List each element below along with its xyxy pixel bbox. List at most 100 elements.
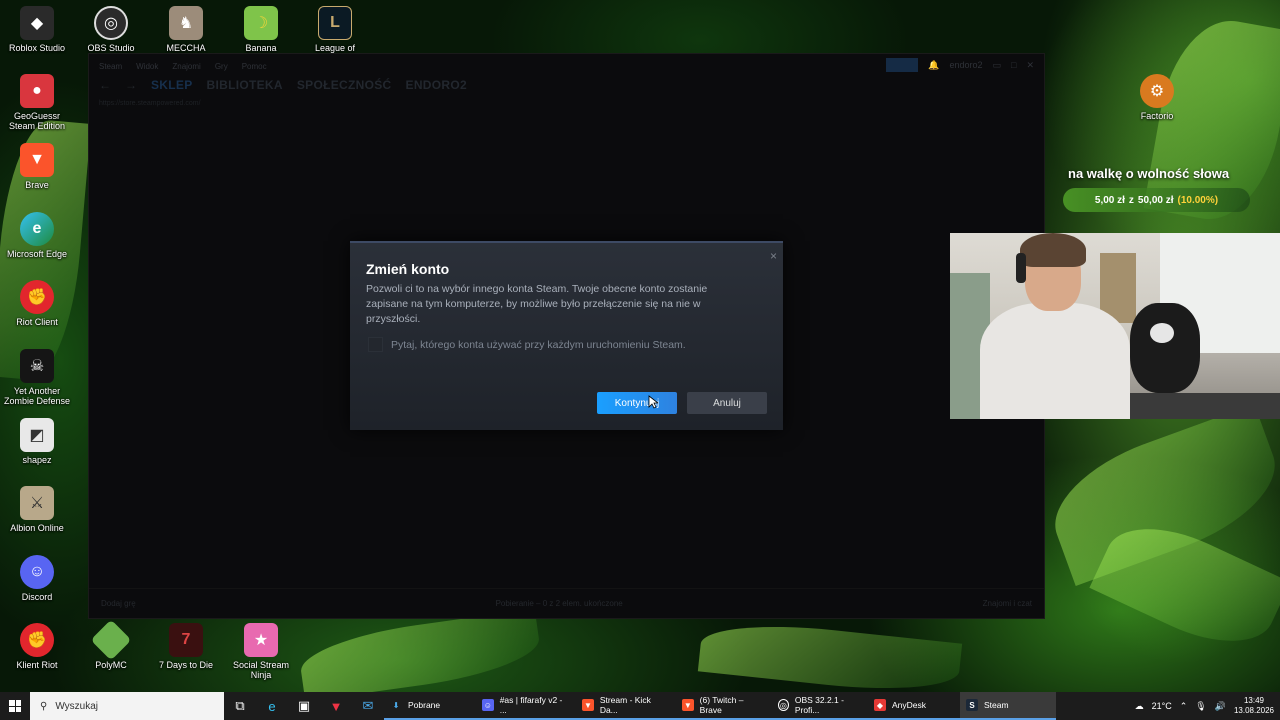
desktop-icon-geoguessr[interactable]: ● GeoGuessr Steam Edition bbox=[0, 74, 74, 131]
clock-time: 13:49 bbox=[1243, 696, 1264, 705]
back-arrow-icon[interactable]: ← bbox=[99, 78, 111, 92]
notification-bell-icon[interactable]: 🔔 bbox=[928, 60, 939, 71]
discord-icon: ☺ bbox=[482, 699, 494, 711]
dialog-close-icon[interactable]: × bbox=[770, 249, 777, 263]
discord-icon: ☺ bbox=[20, 555, 54, 589]
desktop-icon-social-stream-ninja[interactable]: ★ Social Stream Ninja bbox=[224, 623, 298, 680]
desktop-icon-banana[interactable]: ☽ Banana bbox=[224, 6, 298, 53]
search-placeholder: Wyszukaj bbox=[55, 700, 99, 712]
desktop-icon-klient-riot[interactable]: ✊ Klient Riot bbox=[0, 623, 74, 670]
task-view-icon[interactable]: ⧉ bbox=[224, 692, 256, 720]
taskbar-app-obs[interactable]: ◎ OBS 32.2.1 - Profi... bbox=[772, 692, 868, 720]
menu-steam[interactable]: Steam bbox=[99, 62, 122, 71]
taskbar-app-pobrane[interactable]: ⬇ Pobrane bbox=[384, 692, 476, 720]
mouse-cursor-icon bbox=[648, 395, 658, 409]
desktop-icon-discord[interactable]: ☺ Discord bbox=[0, 555, 74, 602]
weather-icon[interactable]: ☁ bbox=[1135, 701, 1144, 712]
taskbar-app-kick[interactable]: ▼ Stream - Kick Da... bbox=[576, 692, 676, 720]
taskbar-app-steam[interactable]: S Steam bbox=[960, 692, 1056, 720]
taskbar-app-twitch[interactable]: ▼ (6) Twitch – Brave bbox=[676, 692, 772, 720]
maximize-icon[interactable]: □ bbox=[1011, 60, 1016, 70]
minimize-icon[interactable]: ▭ bbox=[993, 60, 1002, 71]
desktop-icon-obs[interactable]: ◎ OBS Studio bbox=[74, 6, 148, 53]
clock-date: 13.08.2026 bbox=[1233, 706, 1274, 715]
windows-logo-icon bbox=[9, 700, 21, 712]
desktop-icon-yazd[interactable]: ☠ Yet Another Zombie Defense bbox=[0, 349, 74, 406]
roblox-studio-icon: ◆ bbox=[20, 6, 54, 40]
tab-endoro2[interactable]: ENDORO2 bbox=[406, 78, 467, 92]
steam-title-controls: 🔔 endoro2 ▭ □ ✕ bbox=[886, 58, 1034, 72]
change-account-dialog: × Zmień konto Pozwoli ci to na wybór inn… bbox=[350, 241, 783, 430]
steam-bottom-bar: Dodaj grę Pobieranie – 0 z 2 elem. ukońc… bbox=[89, 588, 1044, 618]
download-icon: ⬇ bbox=[392, 700, 400, 710]
brave-icon: ▼ bbox=[20, 143, 54, 177]
weather-temp[interactable]: 21°C bbox=[1152, 701, 1172, 711]
start-button[interactable] bbox=[0, 692, 30, 720]
desktop-icon-microsoft-edge[interactable]: e Microsoft Edge bbox=[0, 212, 74, 259]
riot-icon: ✊ bbox=[20, 280, 54, 314]
webcam-feed bbox=[950, 233, 1280, 419]
desktop-icon-albion[interactable]: ⚔ Albion Online bbox=[0, 486, 74, 533]
factorio-gear-icon: ⚙ bbox=[1140, 74, 1174, 108]
steam-url-bar: https://store.steampowered.com/ bbox=[99, 100, 201, 107]
menu-gry[interactable]: Gry bbox=[215, 62, 228, 71]
edge-icon: e bbox=[20, 212, 54, 246]
taskbar-app-discord[interactable]: ☺ #as | fifarafy v2 - ... bbox=[476, 692, 576, 720]
taskbar-search[interactable]: ⚲ Wyszukaj bbox=[30, 692, 224, 720]
friends-chat-button[interactable]: Znajomi i czat bbox=[983, 599, 1032, 608]
tab-spolecznosc[interactable]: SPOŁECZNOŚĆ bbox=[297, 78, 392, 92]
social-stream-icon: ★ bbox=[244, 623, 278, 657]
donation-percent: (10.00%) bbox=[1177, 194, 1219, 206]
system-tray: ☁ 21°C ⌃ 🎙 🔊 13:49 13.08.2026 bbox=[1135, 696, 1280, 716]
polymc-icon bbox=[90, 619, 132, 661]
downloads-status[interactable]: Pobieranie – 0 z 2 elem. ukończone bbox=[496, 599, 623, 608]
ask-account-checkbox[interactable] bbox=[368, 337, 383, 352]
desktop-icon-shapez[interactable]: ◩ shapez bbox=[0, 418, 74, 465]
desktop-icon-brave[interactable]: ▼ Brave bbox=[0, 143, 74, 190]
menu-pomoc[interactable]: Pomoc bbox=[242, 62, 267, 71]
taskbar-app-anydesk[interactable]: ◆ AnyDesk bbox=[868, 692, 960, 720]
edge-taskbar-icon[interactable]: e bbox=[256, 692, 288, 720]
steam-user-menu[interactable]: endoro2 bbox=[949, 60, 982, 70]
desktop-icon-roblox-studio[interactable]: ◆ Roblox Studio bbox=[0, 6, 74, 53]
zombie-defense-icon: ☠ bbox=[20, 349, 54, 383]
brave-icon: ▼ bbox=[582, 699, 594, 711]
add-game-button[interactable]: Dodaj grę bbox=[101, 599, 136, 608]
forward-arrow-icon[interactable]: → bbox=[125, 78, 137, 92]
tab-sklep[interactable]: SKLEP bbox=[151, 78, 193, 92]
desktop-icon-7-days-to-die[interactable]: 7 7 Days to Die bbox=[149, 623, 223, 670]
search-icon: ⚲ bbox=[40, 700, 48, 712]
menu-znajomi[interactable]: Znajomi bbox=[172, 62, 200, 71]
steam-broadcast-button[interactable] bbox=[886, 58, 919, 72]
menu-widok[interactable]: Widok bbox=[136, 62, 158, 71]
league-icon: L bbox=[318, 6, 352, 40]
desktop-icon-factorio[interactable]: ⚙ Factorio bbox=[1120, 74, 1194, 121]
dialog-body-text: Pozwoli ci to na wybór innego konta Stea… bbox=[366, 283, 708, 325]
continue-button[interactable]: Kontynuuj bbox=[597, 392, 677, 414]
cancel-button[interactable]: Anuluj bbox=[687, 392, 767, 414]
ask-account-checkbox-row[interactable]: Pytaj, którego konta używać przy każdym … bbox=[368, 337, 686, 352]
taskbar: ⚲ Wyszukaj ⧉ e ▣ ▼ ✉ ⬇ Pobrane ☺ #as | f… bbox=[0, 692, 1280, 720]
shapez-icon: ◩ bbox=[20, 418, 54, 452]
chevron-up-icon[interactable]: ⌃ bbox=[1180, 701, 1188, 712]
obs-icon: ◎ bbox=[94, 6, 128, 40]
microphone-icon[interactable]: 🎙 bbox=[1195, 701, 1206, 712]
obs-icon: ◎ bbox=[778, 699, 789, 711]
riot-icon: ✊ bbox=[20, 623, 54, 657]
desktop-icon-riot-client[interactable]: ✊ Riot Client bbox=[0, 280, 74, 327]
donation-goal: 50,00 zł bbox=[1137, 194, 1174, 206]
anydesk-icon: ◆ bbox=[874, 699, 886, 711]
store-icon[interactable]: ▣ bbox=[288, 692, 320, 720]
mail-icon[interactable]: ✉ bbox=[352, 692, 384, 720]
brave-icon: ▼ bbox=[682, 699, 694, 711]
tab-biblioteka[interactable]: BIBLIOTEKA bbox=[207, 78, 283, 92]
steam-nav: ← → SKLEP BIBLIOTEKA SPOŁECZNOŚĆ ENDORO2 bbox=[99, 78, 467, 92]
ask-account-checkbox-label[interactable]: Pytaj, którego konta używać przy każdym … bbox=[391, 339, 686, 351]
desktop-icon-polymc[interactable]: PolyMC bbox=[74, 619, 148, 670]
clock[interactable]: 13:49 13.08.2026 bbox=[1234, 696, 1274, 716]
steam-icon: S bbox=[966, 699, 978, 711]
speaker-icon[interactable]: 🔊 bbox=[1215, 701, 1226, 712]
dialog-title: Zmień konto bbox=[366, 261, 450, 277]
app-red-icon[interactable]: ▼ bbox=[320, 692, 352, 720]
close-window-icon[interactable]: ✕ bbox=[1026, 60, 1034, 71]
